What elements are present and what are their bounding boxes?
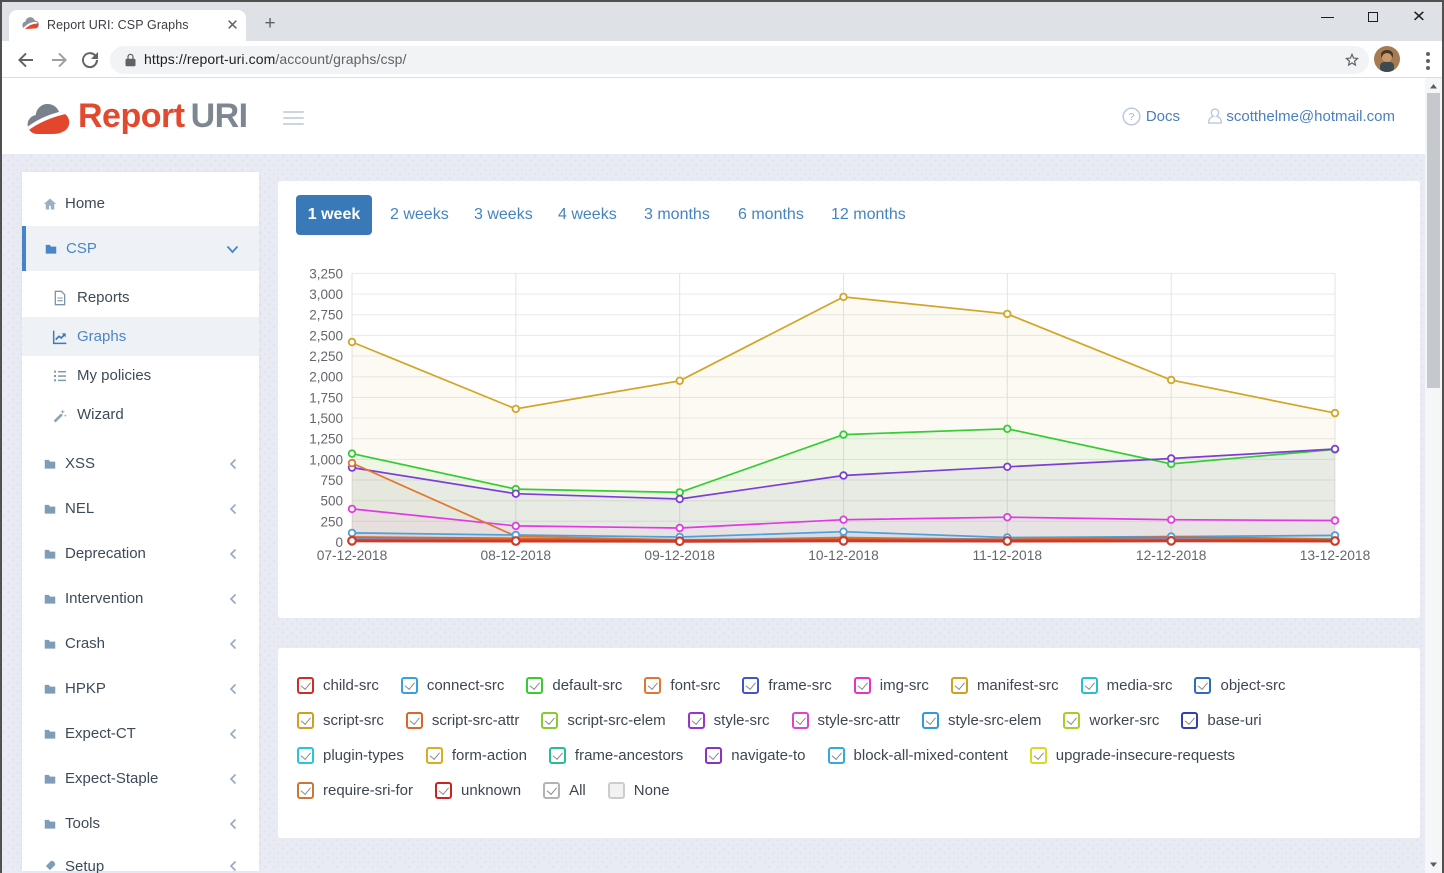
svg-text:07-12-2018: 07-12-2018 — [317, 548, 388, 563]
svg-text:1,250: 1,250 — [309, 432, 343, 447]
svg-text:2,750: 2,750 — [309, 308, 343, 323]
svg-text:500: 500 — [320, 494, 343, 509]
svg-text:11-12-2018: 11-12-2018 — [973, 548, 1043, 563]
svg-text:1,750: 1,750 — [309, 390, 343, 405]
svg-text:10-12-2018: 10-12-2018 — [808, 548, 879, 563]
svg-text:250: 250 — [320, 514, 343, 529]
svg-text:3,000: 3,000 — [309, 287, 343, 302]
svg-text:750: 750 — [320, 473, 343, 488]
svg-text:2,250: 2,250 — [309, 349, 343, 364]
svg-text:13-12-2018: 13-12-2018 — [1300, 548, 1371, 563]
svg-text:?: ? — [1129, 112, 1135, 123]
svg-text:3,250: 3,250 — [309, 266, 343, 281]
svg-text:2,000: 2,000 — [309, 370, 343, 385]
svg-text:1,500: 1,500 — [309, 411, 343, 426]
svg-text:2,500: 2,500 — [309, 328, 343, 343]
svg-text:12-12-2018: 12-12-2018 — [1136, 548, 1207, 563]
svg-text:1,000: 1,000 — [309, 452, 343, 467]
svg-text:09-12-2018: 09-12-2018 — [644, 548, 715, 563]
svg-text:08-12-2018: 08-12-2018 — [481, 548, 552, 563]
